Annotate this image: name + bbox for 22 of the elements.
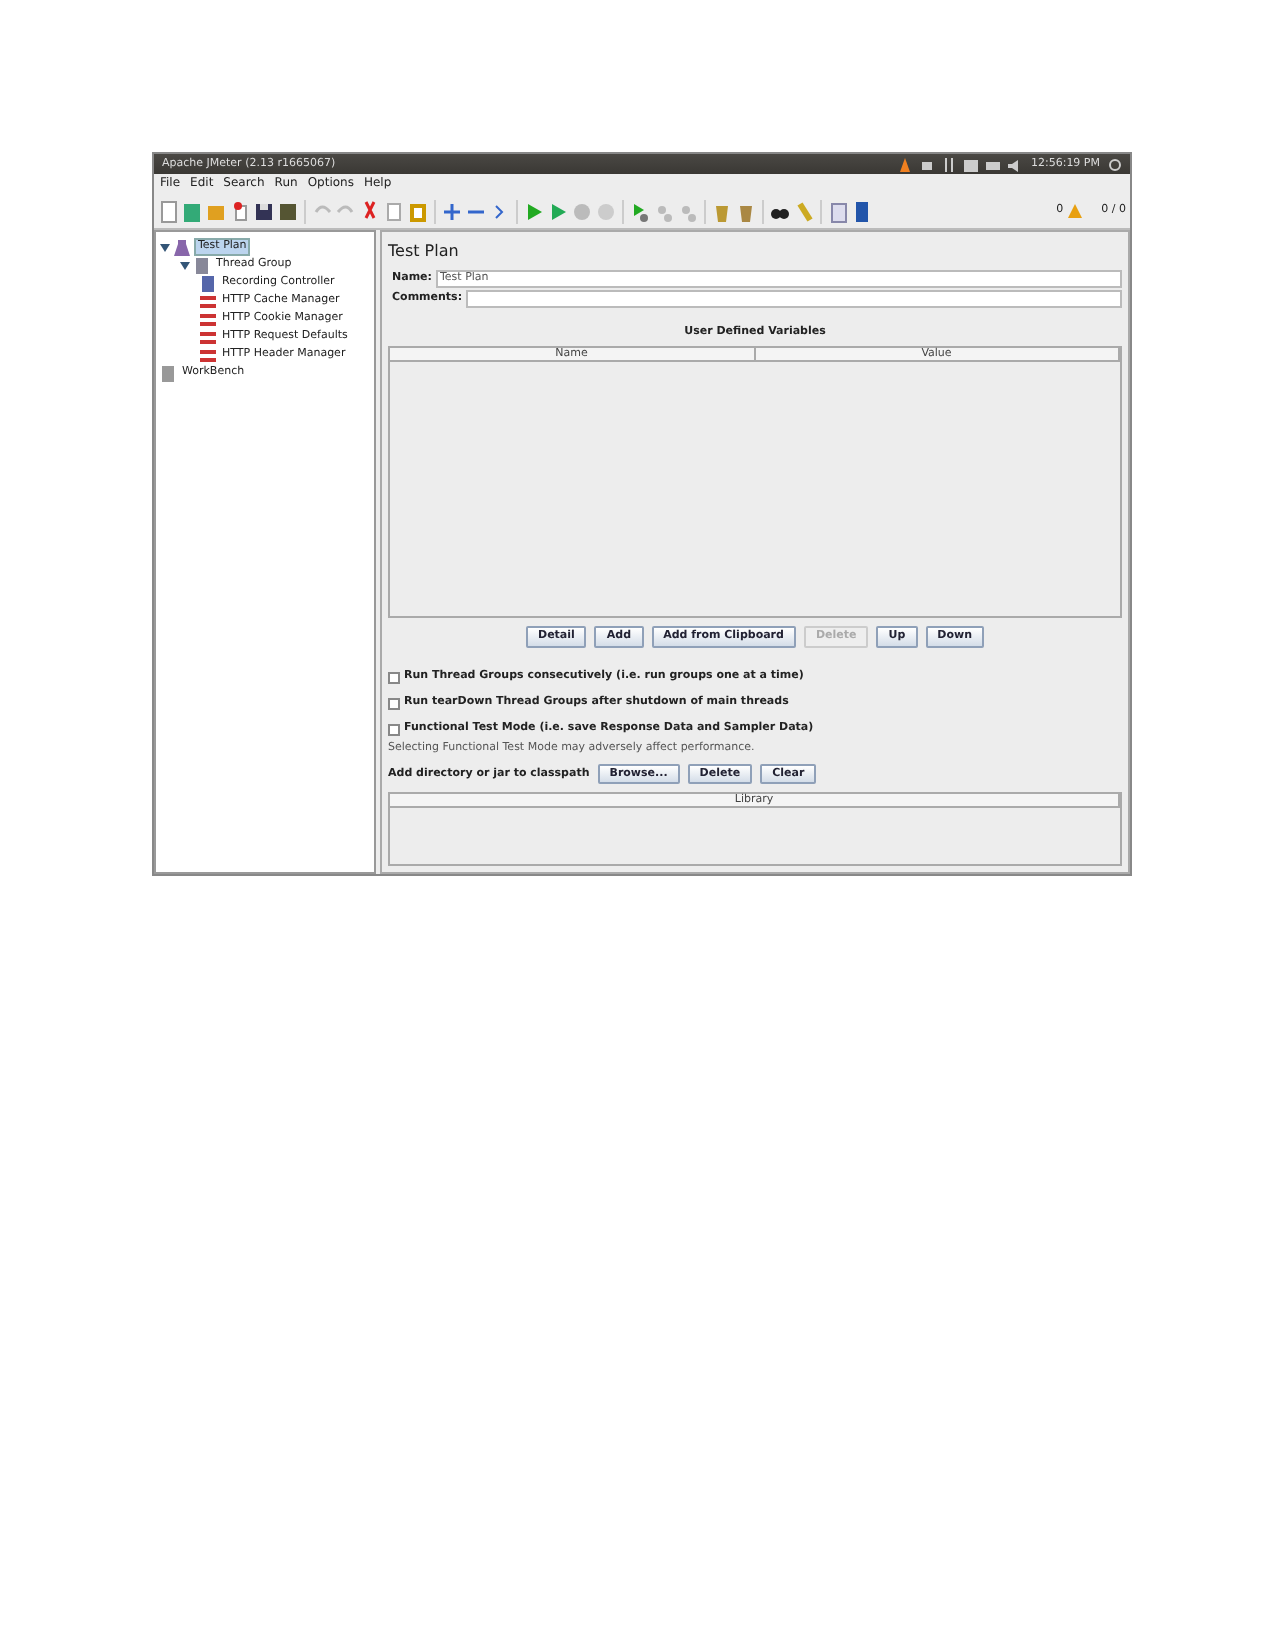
expand-icon[interactable]	[442, 199, 462, 223]
new-file-icon[interactable]	[158, 199, 178, 223]
save-icon[interactable]	[254, 199, 274, 223]
remote-start-icon[interactable]	[630, 199, 650, 223]
expand-toggle-icon[interactable]	[160, 241, 170, 253]
power-icon[interactable]	[1108, 157, 1122, 171]
cone-icon[interactable]	[898, 157, 913, 171]
test-plan-icon	[174, 239, 190, 255]
warning-icon	[1067, 204, 1082, 218]
text-field[interactable]	[466, 289, 1122, 308]
volume-icon[interactable]	[1008, 157, 1023, 171]
paste-icon[interactable]	[408, 199, 428, 223]
close-icon[interactable]	[230, 199, 250, 223]
panel-title: Test Plan	[388, 242, 461, 262]
cut-icon[interactable]	[360, 199, 380, 223]
checkbox[interactable]	[388, 671, 400, 684]
checkbox[interactable]	[388, 697, 400, 710]
start-icon[interactable]	[524, 199, 544, 223]
start-no-pause-icon[interactable]	[548, 199, 568, 223]
checkbox[interactable]	[388, 723, 400, 736]
copy-icon[interactable]	[384, 199, 404, 223]
expand-toggle-icon[interactable]	[180, 259, 190, 271]
